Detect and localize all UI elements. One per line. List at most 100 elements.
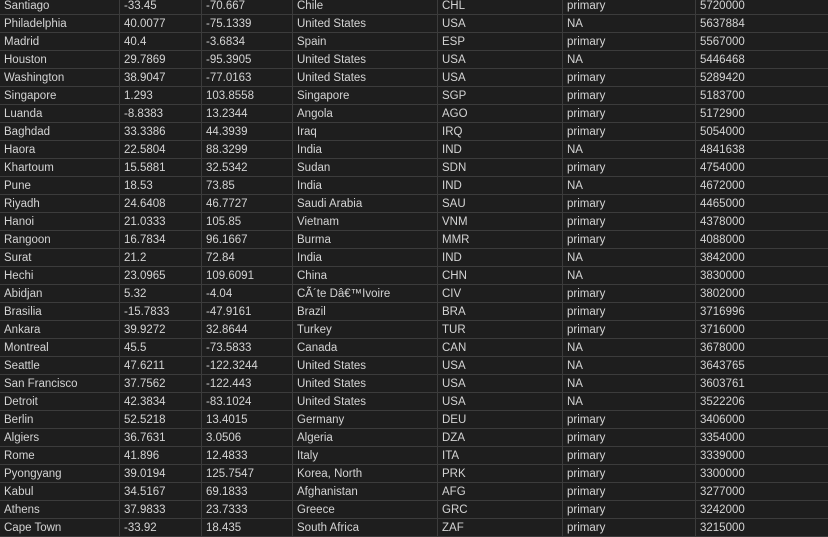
population-cell[interactable]: 5183700	[696, 87, 828, 104]
population-cell[interactable]: 3339000	[696, 447, 828, 464]
latitude-cell[interactable]: -33.92	[120, 519, 202, 536]
iso3-cell[interactable]: CIV	[438, 285, 563, 302]
longitude-cell[interactable]: 3.0506	[202, 429, 293, 446]
capital-cell[interactable]: NA	[563, 15, 696, 32]
latitude-cell[interactable]: 52.5218	[120, 411, 202, 428]
city-cell[interactable]: Detroit	[0, 393, 120, 410]
capital-cell[interactable]: NA	[563, 51, 696, 68]
latitude-cell[interactable]: 47.6211	[120, 357, 202, 374]
country-cell[interactable]: Vietnam	[293, 213, 438, 230]
population-cell[interactable]: 3678000	[696, 339, 828, 356]
capital-cell[interactable]: NA	[563, 339, 696, 356]
country-cell[interactable]: India	[293, 249, 438, 266]
city-cell[interactable]: Rome	[0, 447, 120, 464]
population-cell[interactable]: 5637884	[696, 15, 828, 32]
table-row[interactable]: Athens 37.9833 23.7333 Greece GRC primary 3242…	[0, 501, 828, 519]
capital-cell[interactable]: primary	[563, 213, 696, 230]
city-cell[interactable]: Luanda	[0, 105, 120, 122]
latitude-cell[interactable]: 22.5804	[120, 141, 202, 158]
longitude-cell[interactable]: -122.3244	[202, 357, 293, 374]
latitude-cell[interactable]: 15.5881	[120, 159, 202, 176]
latitude-cell[interactable]: 42.3834	[120, 393, 202, 410]
population-cell[interactable]: 4378000	[696, 213, 828, 230]
latitude-cell[interactable]: -33.45	[120, 0, 202, 14]
city-cell[interactable]: Seattle	[0, 357, 120, 374]
table-row[interactable]: Pyongyang 39.0194 125.7547 Korea, North PRK p…	[0, 465, 828, 483]
iso3-cell[interactable]: SAU	[438, 195, 563, 212]
capital-cell[interactable]: primary	[563, 69, 696, 86]
table-row[interactable]: Washington 38.9047 -77.0163 United States US…	[0, 69, 828, 87]
capital-cell[interactable]: primary	[563, 87, 696, 104]
capital-cell[interactable]: primary	[563, 231, 696, 248]
capital-cell[interactable]: NA	[563, 177, 696, 194]
longitude-cell[interactable]: 69.1833	[202, 483, 293, 500]
country-cell[interactable]: United States	[293, 375, 438, 392]
city-cell[interactable]: Santiago	[0, 0, 120, 14]
iso3-cell[interactable]: IND	[438, 249, 563, 266]
city-cell[interactable]: Houston	[0, 51, 120, 68]
city-cell[interactable]: Hechi	[0, 267, 120, 284]
capital-cell[interactable]: primary	[563, 159, 696, 176]
table-row[interactable]: Ankara 39.9272 32.8644 Turkey TUR primary 3716…	[0, 321, 828, 339]
longitude-cell[interactable]: 73.85	[202, 177, 293, 194]
iso3-cell[interactable]: ITA	[438, 447, 563, 464]
capital-cell[interactable]: primary	[563, 411, 696, 428]
longitude-cell[interactable]: 72.84	[202, 249, 293, 266]
iso3-cell[interactable]: SDN	[438, 159, 563, 176]
country-cell[interactable]: Iraq	[293, 123, 438, 140]
table-row[interactable]: Berlin 52.5218 13.4015 Germany DEU primary 340…	[0, 411, 828, 429]
capital-cell[interactable]: primary	[563, 123, 696, 140]
longitude-cell[interactable]: 13.4015	[202, 411, 293, 428]
capital-cell[interactable]: primary	[563, 33, 696, 50]
latitude-cell[interactable]: 1.293	[120, 87, 202, 104]
iso3-cell[interactable]: USA	[438, 393, 563, 410]
longitude-cell[interactable]: 109.6091	[202, 267, 293, 284]
country-cell[interactable]: Italy	[293, 447, 438, 464]
iso3-cell[interactable]: TUR	[438, 321, 563, 338]
table-row[interactable]: Abidjan 5.32 -4.04 CÃ´te Dâ€™Ivoire CIV prima…	[0, 285, 828, 303]
population-cell[interactable]: 3406000	[696, 411, 828, 428]
latitude-cell[interactable]: 37.9833	[120, 501, 202, 518]
table-row[interactable]: Singapore 1.293 103.8558 Singapore SGP primar…	[0, 87, 828, 105]
longitude-cell[interactable]: 96.1667	[202, 231, 293, 248]
longitude-cell[interactable]: 32.8644	[202, 321, 293, 338]
table-row[interactable]: Luanda -8.8383 13.2344 Angola AGO primary 5172…	[0, 105, 828, 123]
country-cell[interactable]: South Africa	[293, 519, 438, 536]
city-cell[interactable]: Philadelphia	[0, 15, 120, 32]
population-cell[interactable]: 5289420	[696, 69, 828, 86]
population-cell[interactable]: 4841638	[696, 141, 828, 158]
table-row[interactable]: Detroit 42.3834 -83.1024 United States USA NA…	[0, 393, 828, 411]
capital-cell[interactable]: primary	[563, 519, 696, 536]
iso3-cell[interactable]: IND	[438, 177, 563, 194]
latitude-cell[interactable]: 18.53	[120, 177, 202, 194]
city-cell[interactable]: Washington	[0, 69, 120, 86]
table-row[interactable]: Riyadh 24.6408 46.7727 Saudi Arabia SAU prima…	[0, 195, 828, 213]
iso3-cell[interactable]: ZAF	[438, 519, 563, 536]
latitude-cell[interactable]: 37.7562	[120, 375, 202, 392]
latitude-cell[interactable]: 45.5	[120, 339, 202, 356]
longitude-cell[interactable]: 46.7727	[202, 195, 293, 212]
latitude-cell[interactable]: 39.9272	[120, 321, 202, 338]
country-cell[interactable]: Singapore	[293, 87, 438, 104]
city-cell[interactable]: Ankara	[0, 321, 120, 338]
iso3-cell[interactable]: IRQ	[438, 123, 563, 140]
table-row[interactable]: Santiago -33.45 -70.667 Chile CHL primary 5720…	[0, 0, 828, 15]
iso3-cell[interactable]: USA	[438, 51, 563, 68]
capital-cell[interactable]: NA	[563, 267, 696, 284]
city-cell[interactable]: Pune	[0, 177, 120, 194]
latitude-cell[interactable]: 16.7834	[120, 231, 202, 248]
country-cell[interactable]: United States	[293, 393, 438, 410]
table-row[interactable]: Algiers 36.7631 3.0506 Algeria DZA primary 335…	[0, 429, 828, 447]
latitude-cell[interactable]: 23.0965	[120, 267, 202, 284]
table-row[interactable]: Rangoon 16.7834 96.1667 Burma MMR primary 4088…	[0, 231, 828, 249]
iso3-cell[interactable]: USA	[438, 375, 563, 392]
country-cell[interactable]: United States	[293, 51, 438, 68]
latitude-cell[interactable]: 39.0194	[120, 465, 202, 482]
table-row[interactable]: Houston 29.7869 -95.3905 United States USA NA…	[0, 51, 828, 69]
city-cell[interactable]: Khartoum	[0, 159, 120, 176]
iso3-cell[interactable]: CAN	[438, 339, 563, 356]
iso3-cell[interactable]: IND	[438, 141, 563, 158]
country-cell[interactable]: Afghanistan	[293, 483, 438, 500]
city-cell[interactable]: Hanoi	[0, 213, 120, 230]
city-cell[interactable]: Abidjan	[0, 285, 120, 302]
